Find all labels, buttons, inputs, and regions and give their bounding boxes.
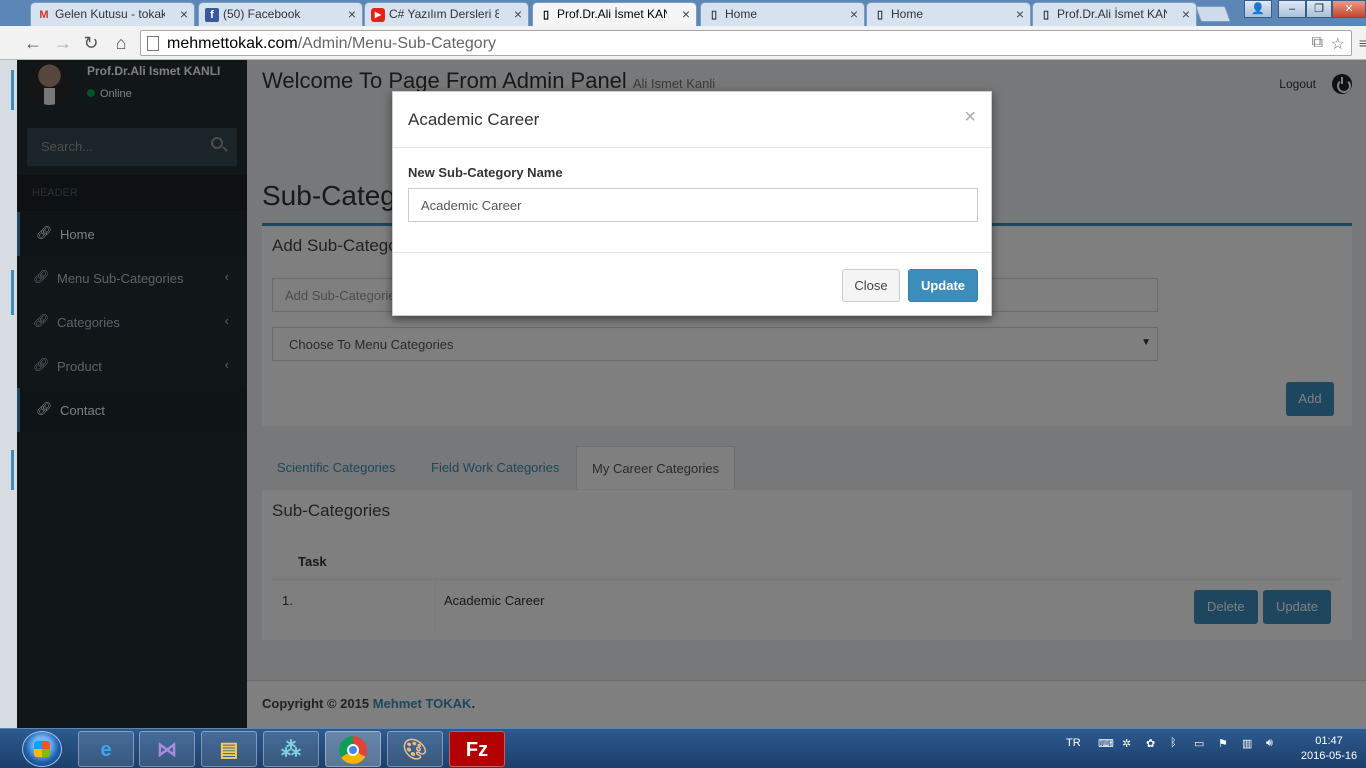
bookmark-star-icon[interactable]: ☆ [1331,34,1345,54]
close-tab-icon[interactable]: × [180,6,188,22]
tab-title: Home [891,7,924,21]
windows-logo-icon [34,741,50,757]
tab-title: (50) Facebook [223,7,301,21]
tab-title: Prof.Dr.Ali İsmet KAN [557,7,667,21]
clock-time: 01:47 [1315,735,1343,747]
bluetooth-icon[interactable]: ᛒ [1170,737,1177,749]
tray-app-icon[interactable]: ✲ [1122,737,1131,750]
reload-icon[interactable]: ↻ [80,32,102,54]
file-explorer-icon[interactable]: ▤ [201,731,257,767]
tab-title: C# Yazılım Dersleri 8 [389,7,499,21]
update-button[interactable]: Update [908,269,978,302]
facebook-icon: f [205,8,219,22]
visual-studio-icon[interactable]: ⋈ [139,731,195,767]
tray-app-icon[interactable]: ▭ [1194,737,1204,750]
keyboard-icon[interactable]: ⌨ [1098,737,1114,750]
network-tool-icon[interactable]: ⁂ [263,731,319,767]
home-icon[interactable]: ⌂ [110,32,132,54]
browser-tab[interactable]: ▯ Prof.Dr.Ali İsmet KAN × [1032,2,1197,26]
url-path: /Admin/Menu-Sub-Category [297,35,497,52]
windows-taskbar: e ⋈ ▤ ⁂ 🎨︎ Fz TR ⌨ ✲ ✿ ᛒ ▭ ⚑ ▥ 🔊︎ 01:47 … [0,728,1366,768]
language-indicator[interactable]: TR [1066,737,1081,749]
page-icon: ▯ [1042,9,1050,21]
browser-tab[interactable]: ▯ Home × [700,2,865,26]
tab-title: Home [725,7,758,21]
start-button[interactable] [22,731,62,767]
sub-category-name-input[interactable] [408,188,978,222]
edit-sub-category-modal: Academic Career × New Sub-Category Name … [392,91,992,316]
paint-icon[interactable]: 🎨︎ [387,731,443,767]
gmail-icon: M [39,9,49,21]
browser-toolbar: ← → ↻ ⌂ mehmettokak.com/Admin/Menu-Sub-C… [0,26,1366,60]
close-tab-icon[interactable]: × [348,6,356,22]
maximize-button[interactable]: ❐ [1306,0,1332,18]
close-tab-icon[interactable]: × [1016,6,1024,22]
page-icon: ▯ [542,9,550,21]
translate-icon[interactable]: ⧉ [1312,34,1323,52]
close-tab-icon[interactable]: × [1182,6,1190,22]
address-bar[interactable]: mehmettokak.com/Admin/Menu-Sub-Category … [140,30,1352,56]
menu-icon[interactable]: ≡ [1352,32,1366,54]
url-text[interactable]: mehmettokak.com/Admin/Menu-Sub-Category [167,35,496,53]
close-tab-icon[interactable]: × [514,6,522,22]
modal-title: Academic Career [408,110,540,129]
flag-icon[interactable]: ⚑ [1218,737,1228,750]
modal-footer: Close Update [393,252,991,316]
url-domain: mehmettokak.com [167,35,298,52]
minimize-button[interactable]: – [1278,0,1306,18]
modal-header: Academic Career × [393,92,991,148]
browser-tab[interactable]: M Gelen Kutusu - tokak × [30,2,195,26]
browser-tab[interactable]: f (50) Facebook × [198,2,363,26]
network-icon[interactable]: ▥ [1242,737,1252,750]
clock-date: 2016-05-16 [1300,750,1358,762]
background-window-edge [0,60,17,728]
filezilla-icon[interactable]: Fz [449,731,505,767]
close-tab-icon[interactable]: × [850,6,858,22]
browser-tab[interactable]: ▯ Home × [866,2,1031,26]
page-icon: ▯ [876,9,884,21]
volume-icon[interactable]: 🔊︎ [1266,737,1273,750]
tab-title: Gelen Kutusu - tokak [55,7,165,21]
forward-icon[interactable]: → [52,32,74,54]
browser-tab[interactable]: ▶ C# Yazılım Dersleri 8 × [364,2,529,26]
close-icon[interactable]: × [964,106,976,129]
tray-app-icon[interactable]: ✿ [1146,737,1155,750]
chrome-icon[interactable] [325,731,381,767]
new-tab-button[interactable] [1195,6,1231,22]
back-icon[interactable]: ← [22,32,44,54]
system-clock[interactable]: 01:47 2016-05-16 [1296,734,1362,764]
close-tab-icon[interactable]: × [682,6,690,22]
page-icon: ▯ [710,9,718,21]
browser-tab-strip: M Gelen Kutusu - tokak × f (50) Facebook… [0,0,1366,26]
admin-page: Prof.Dr.Ali Ismet KANLI Online Search...… [17,60,1366,728]
window-close-button[interactable]: ✕ [1332,0,1366,18]
tab-title: Prof.Dr.Ali İsmet KAN [1057,7,1167,21]
page-icon [147,36,159,51]
youtube-icon: ▶ [371,8,385,22]
browser-tab-active[interactable]: ▯ Prof.Dr.Ali İsmet KAN × [532,2,697,26]
close-button[interactable]: Close [842,269,900,302]
field-label: New Sub-Category Name [408,165,563,180]
internet-explorer-icon[interactable]: e [78,731,134,767]
user-icon[interactable]: 👤 [1244,0,1272,18]
